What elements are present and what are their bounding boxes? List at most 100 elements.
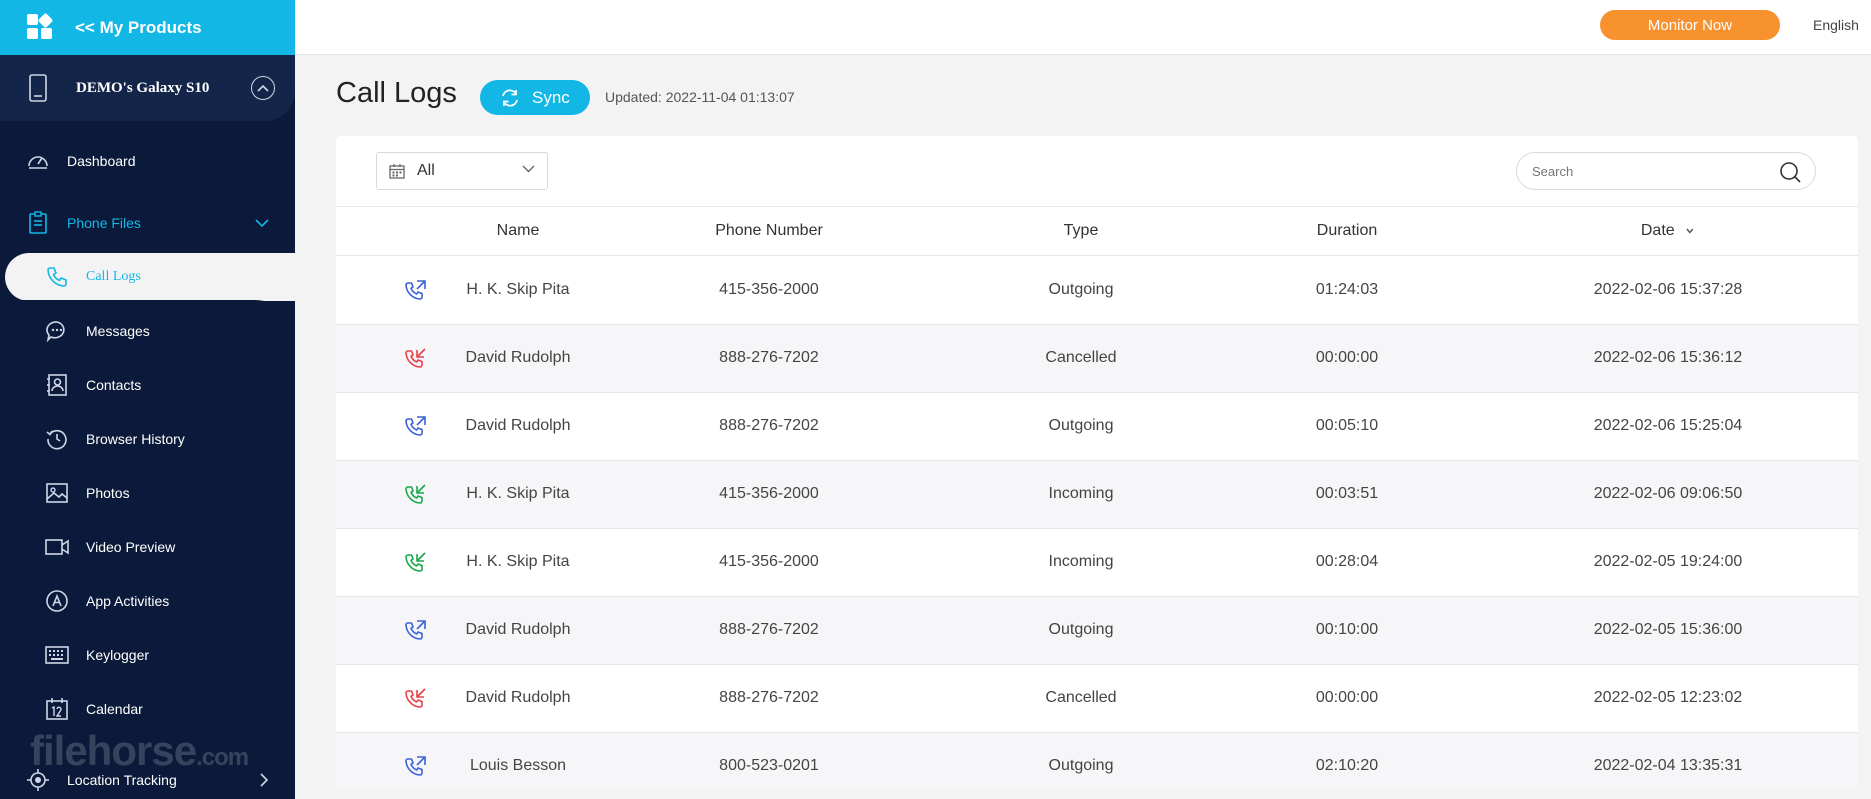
- cell-date: 2022-02-05 19:24:00: [1593, 553, 1743, 570]
- cell-type: Cancelled: [1045, 349, 1117, 366]
- table-row[interactable]: Louis Besson 800-523-0201 Outgoing 02:10:20…: [336, 733, 1858, 788]
- location-target-icon: [26, 768, 50, 792]
- cell-duration: 00:00:00: [1315, 689, 1379, 706]
- sidebar-item-video-preview[interactable]: Video Preview: [0, 522, 295, 572]
- speedometer-icon: [26, 149, 50, 173]
- table-row[interactable]: David Rudolph 888-276-7202 Outgoing 00:10:0…: [336, 597, 1858, 665]
- chevron-right-icon: [260, 773, 269, 787]
- outgoing-call-icon: [403, 619, 427, 643]
- page-title: Call Logs: [336, 77, 457, 109]
- incoming-call-icon: [403, 483, 427, 507]
- table-row[interactable]: H. K. Skip Pita 415-356-2000 Incoming 00:03…: [336, 461, 1858, 529]
- search-input[interactable]: [1532, 163, 1772, 179]
- column-header-type[interactable]: Type: [1064, 222, 1099, 240]
- sync-button[interactable]: Sync: [480, 80, 590, 115]
- cell-duration: 00:05:10: [1315, 417, 1379, 434]
- sidebar-item-contacts[interactable]: Contacts: [0, 360, 295, 410]
- sidebar-item-label: Contacts: [86, 377, 142, 393]
- outgoing-call-icon: [403, 279, 427, 303]
- sidebar-item-location-tracking[interactable]: Location Tracking: [0, 755, 295, 799]
- outgoing-call-icon: [403, 415, 427, 439]
- cell-date: 2022-02-04 13:35:31: [1593, 757, 1743, 774]
- calendar-icon: [389, 163, 405, 179]
- cell-type: Cancelled: [1045, 689, 1117, 706]
- device-name: DEMO's Galaxy S10: [76, 79, 210, 96]
- device-selector[interactable]: DEMO's Galaxy S10: [0, 55, 295, 121]
- image-icon: [45, 481, 69, 505]
- monitor-now-button[interactable]: Monitor Now: [1600, 10, 1780, 40]
- cell-phone-number: 888-276-7202: [719, 349, 819, 366]
- sidebar-item-label: Phone Files: [67, 215, 141, 231]
- cell-phone-number: 800-523-0201: [719, 757, 819, 774]
- cell-phone-number: 415-356-2000: [719, 281, 819, 298]
- smartphone-icon: [29, 74, 47, 102]
- cell-duration: 02:10:20: [1315, 757, 1379, 774]
- incoming-call-icon: [403, 551, 427, 575]
- table-row[interactable]: H. K. Skip Pita 415-356-2000 Incoming 00:28…: [336, 529, 1858, 597]
- cell-duration: 00:10:00: [1315, 621, 1379, 638]
- sidebar-item-label: Video Preview: [86, 539, 176, 555]
- sidebar-item-dashboard[interactable]: Dashboard: [0, 136, 295, 186]
- sidebar-item-label: Browser History: [86, 431, 185, 447]
- cell-name: H. K. Skip Pita: [466, 553, 570, 570]
- sidebar-item-browser-history[interactable]: Browser History: [0, 414, 295, 464]
- table-row[interactable]: David Rudolph 888-276-7202 Cancelled 00:00:…: [336, 665, 1858, 733]
- search-icon[interactable]: [1779, 161, 1801, 183]
- column-header-duration[interactable]: Duration: [1317, 222, 1377, 240]
- cell-type: Outgoing: [1048, 281, 1114, 298]
- sort-down-icon: [1686, 228, 1694, 234]
- date-filter-select[interactable]: All: [376, 152, 548, 190]
- column-header-date[interactable]: Date: [1641, 222, 1695, 240]
- cell-phone-number: 415-356-2000: [719, 485, 819, 502]
- cell-date: 2022-02-06 09:06:50: [1593, 485, 1743, 502]
- table-row[interactable]: David Rudolph 888-276-7202 Outgoing 00:05:1…: [336, 393, 1858, 461]
- cell-name: H. K. Skip Pita: [466, 485, 570, 502]
- history-clock-icon: [45, 427, 69, 451]
- cell-date: 2022-02-06 15:36:12: [1593, 349, 1743, 366]
- updated-timestamp: Updated: 2022-11-04 01:13:07: [605, 89, 795, 105]
- cell-duration: 00:28:04: [1315, 553, 1379, 570]
- cell-phone-number: 415-356-2000: [719, 553, 819, 570]
- language-selector[interactable]: English: [1813, 17, 1859, 33]
- table-header: Name Phone Number Type Duration Date: [336, 206, 1858, 256]
- sidebar-item-label: Messages: [86, 323, 150, 339]
- sidebar-item-messages[interactable]: Messages: [0, 306, 295, 356]
- calendar-icon: [45, 697, 69, 721]
- cancelled-call-icon: [403, 347, 427, 371]
- apps-grid-icon: [27, 12, 55, 42]
- chevron-down-icon: [255, 219, 269, 228]
- column-header-phone-number[interactable]: Phone Number: [715, 222, 823, 240]
- video-camera-icon: [45, 535, 69, 559]
- cell-phone-number: 888-276-7202: [719, 621, 819, 638]
- cell-duration: 00:00:00: [1315, 349, 1379, 366]
- cancelled-call-icon: [403, 687, 427, 711]
- cell-type: Outgoing: [1048, 621, 1114, 638]
- call-logs-card: All Name Phone Number Type Duration Date…: [336, 136, 1858, 788]
- cell-name: David Rudolph: [465, 621, 571, 638]
- sidebar-item-photos[interactable]: Photos: [0, 468, 295, 518]
- chevron-up-icon[interactable]: [251, 76, 275, 100]
- sidebar-item-label: Dashboard: [67, 153, 136, 169]
- sidebar-item-keylogger[interactable]: Keylogger: [0, 630, 295, 680]
- cell-date: 2022-02-05 12:23:02: [1593, 689, 1743, 706]
- table-row[interactable]: H. K. Skip Pita 415-356-2000 Outgoing 01:24…: [336, 257, 1858, 325]
- table-row[interactable]: David Rudolph 888-276-7202 Cancelled 00:00:…: [336, 325, 1858, 393]
- cell-date: 2022-02-06 15:37:28: [1593, 281, 1743, 298]
- cell-date: 2022-02-06 15:25:04: [1593, 417, 1743, 434]
- sidebar-item-phone-files[interactable]: Phone Files: [0, 198, 295, 248]
- sidebar-item-label: Photos: [86, 485, 130, 501]
- cell-duration: 01:24:03: [1315, 281, 1379, 298]
- sidebar-item-app-activities[interactable]: App Activities: [0, 576, 295, 626]
- sidebar-item-call-logs[interactable]: Call Logs: [0, 252, 295, 302]
- cell-name: David Rudolph: [465, 689, 571, 706]
- sidebar-item-label: Location Tracking: [67, 772, 177, 788]
- search-box: [1516, 152, 1816, 190]
- cell-duration: 00:03:51: [1315, 485, 1379, 502]
- sidebar-item-label: Call Logs: [86, 269, 141, 284]
- phone-icon: [45, 265, 69, 289]
- top-bar: Monitor Now English: [295, 0, 1871, 55]
- cell-type: Incoming: [1048, 553, 1114, 570]
- my-products-link[interactable]: << My Products: [0, 0, 295, 55]
- sync-label: Sync: [532, 87, 570, 107]
- column-header-name[interactable]: Name: [497, 222, 540, 240]
